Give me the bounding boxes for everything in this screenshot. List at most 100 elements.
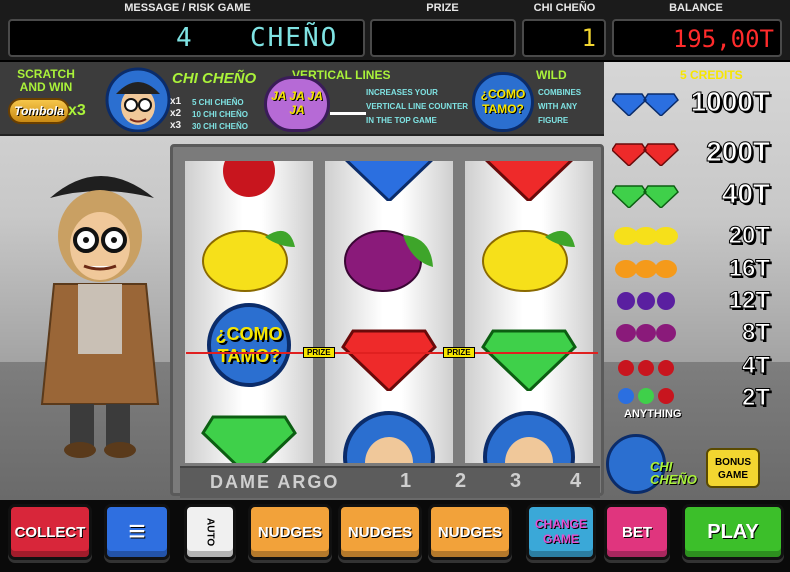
- bonus-game-button[interactable]: BONUS GAME: [706, 448, 760, 488]
- cherry-icon: [223, 161, 275, 197]
- balance-display: 195,00T: [612, 19, 782, 57]
- rules-strip: SCRATCH AND WIN Tombola x3 CHI CHEÑO x1 …: [0, 62, 604, 136]
- scratch-multiplier: x3: [68, 102, 86, 119]
- mult-3: x3: [170, 120, 182, 131]
- reel-1[interactable]: ¿COMO TAMO?: [185, 161, 313, 463]
- vertical-desc-1: INCREASES YOUR: [366, 88, 438, 97]
- paytable-row: 1000T: [611, 86, 782, 118]
- paytable-value-40: 40T: [721, 178, 770, 210]
- paytable-value-1000: 1000T: [690, 86, 770, 118]
- lemon-icon: [614, 227, 678, 245]
- chicheno-header: CHI CHEÑO: [533, 2, 596, 14]
- paytable-row: 16T: [612, 255, 782, 285]
- plum-icon: [344, 230, 433, 292]
- jajaja-badge: JA JA JA JA: [264, 76, 330, 132]
- plum-icon: [616, 324, 676, 342]
- paytable-value-16: 16T: [728, 255, 770, 283]
- collect-button[interactable]: COLLECT: [8, 504, 92, 560]
- red-diamond-icon: [485, 161, 573, 201]
- vertical-desc-2: VERTICAL LINE COUNTER: [366, 102, 469, 111]
- wild-title: WILD: [536, 68, 567, 82]
- grapes-icon: [617, 292, 675, 310]
- tombola-coin: Tombola: [8, 98, 70, 124]
- lever-number-2[interactable]: 2: [455, 470, 466, 493]
- paytable-row: 12T: [612, 287, 782, 317]
- anything-label: ANYTHING: [624, 408, 682, 420]
- wild-desc-2: WITH ANY: [538, 102, 578, 111]
- green-diamond-icon: [611, 185, 679, 210]
- paytable-value-4: 4T: [741, 352, 770, 380]
- reel-frame: ¿COMO TAMO?: [170, 144, 604, 496]
- scratch-title: SCRATCH AND WIN: [17, 67, 75, 94]
- paytable-row: 40T: [611, 178, 782, 210]
- lever-number-4[interactable]: 4: [570, 470, 581, 493]
- blue-diamond-icon: [345, 161, 433, 201]
- lemon-icon: [482, 230, 575, 292]
- lever-number-3[interactable]: 3: [510, 470, 521, 493]
- nudges-button-2[interactable]: NUDGES: [338, 504, 422, 560]
- prize-header: PRIZE: [426, 2, 459, 14]
- mult-1: x1: [170, 96, 182, 107]
- play-button[interactable]: PLAY: [682, 504, 784, 560]
- chicheno-title: CHI CHEÑO: [172, 70, 257, 87]
- mult-2: x2: [170, 108, 182, 119]
- red-diamond-icon: [611, 143, 679, 168]
- wild-symbol-text: ¿COMO TAMO?: [207, 303, 291, 387]
- red-diamond-icon: [341, 329, 437, 391]
- payline: [186, 352, 598, 354]
- lever-number-1[interactable]: 1: [400, 470, 411, 493]
- vertical-counter-dash: [330, 112, 366, 115]
- chicheno-character-icon: [40, 176, 160, 458]
- paytable-row: 4T: [612, 352, 782, 382]
- green-diamond-icon: [481, 329, 577, 391]
- paytable-row: 20T: [612, 222, 782, 252]
- nudges-button-1[interactable]: NUDGES: [248, 504, 332, 560]
- prize-tag-2: PRIZE: [443, 347, 475, 358]
- paytable-row: 200T: [611, 136, 782, 168]
- credits-label: 5 CREDITS: [680, 68, 743, 82]
- reel-3[interactable]: [465, 161, 593, 463]
- wild-badge: ¿COMO TAMO?: [472, 72, 534, 132]
- message-header: MESSAGE / RISK GAME: [124, 2, 251, 14]
- wild-symbol: ¿COMO TAMO?: [199, 303, 299, 387]
- prize-display: [370, 19, 516, 57]
- chicheno-symbol-icon: [343, 411, 435, 463]
- reel-2[interactable]: [325, 161, 453, 463]
- dame-argo-label: DAME ARGO: [210, 472, 340, 492]
- wild-desc-3: FIGURE: [538, 116, 569, 125]
- chicheno-value: 1: [581, 24, 598, 52]
- count-1: 5 CHI CHEÑO: [192, 98, 244, 107]
- balance-value: 195,00T: [672, 25, 774, 53]
- change-game-button[interactable]: CHANGE GAME: [526, 504, 596, 560]
- chicheno-symbol-icon: [483, 411, 575, 463]
- menu-button[interactable]: ≡: [104, 504, 170, 560]
- blue-diamond-icon: [611, 93, 679, 118]
- bet-button[interactable]: BET: [604, 504, 670, 560]
- vertical-desc-3: IN THE TOP GAME: [366, 116, 437, 125]
- message-text: CHEÑO: [250, 23, 339, 53]
- balance-header: BALANCE: [669, 2, 723, 14]
- cherry-icon: [618, 360, 674, 376]
- green-diamond-icon: [201, 415, 297, 463]
- count-3: 30 CHI CHEÑO: [192, 122, 249, 131]
- mixed-symbols-icon: [618, 388, 674, 404]
- prize-tag-1: PRIZE: [303, 347, 335, 358]
- game-scene: SCRATCH AND WIN Tombola x3 CHI CHEÑO x1 …: [0, 62, 790, 500]
- chicheno-display: 1: [522, 19, 606, 57]
- top-panel: MESSAGE / RISK GAME PRIZE CHI CHEÑO BALA…: [0, 0, 790, 62]
- control-bar: COLLECT ≡ AUTO NUDGES NUDGES NUDGES CHAN…: [0, 500, 790, 572]
- paytable-value-8: 8T: [741, 319, 770, 347]
- auto-button[interactable]: AUTO: [184, 504, 236, 560]
- paytable-value-12: 12T: [728, 287, 770, 315]
- dame-argo-bar: DAME ARGO 1 2 3 4: [180, 466, 600, 498]
- chicheno-avatar-icon: [105, 67, 171, 132]
- wild-desc-1: COMBINES: [538, 88, 582, 97]
- nudges-button-3[interactable]: NUDGES: [428, 504, 512, 560]
- paytable-value-20: 20T: [728, 222, 770, 250]
- message-number: 4: [176, 23, 194, 53]
- paytable-value-200: 200T: [706, 136, 771, 168]
- lemon-icon: [202, 230, 295, 292]
- paytable-value-2: 2T: [741, 384, 770, 412]
- message-display: 4 CHEÑO: [8, 19, 365, 57]
- orange-icon: [615, 260, 677, 278]
